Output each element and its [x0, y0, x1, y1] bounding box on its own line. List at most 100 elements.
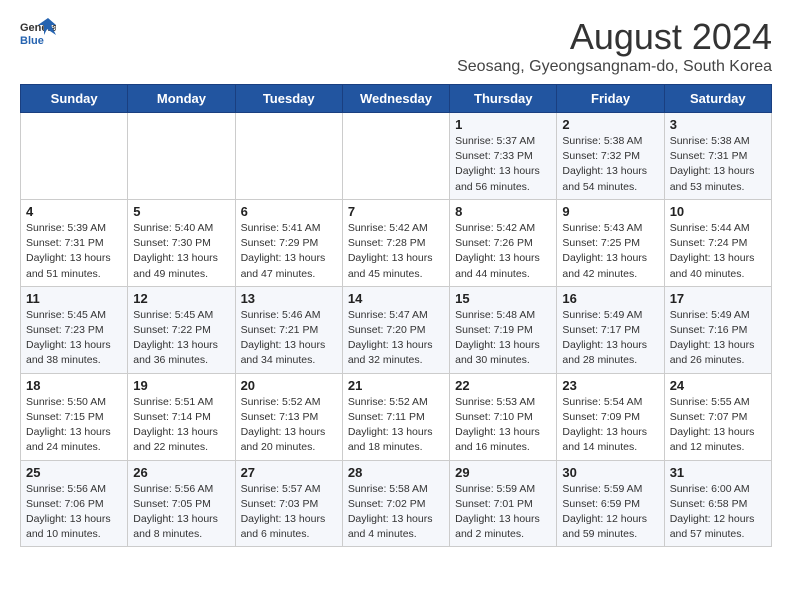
- day-number: 13: [241, 291, 337, 306]
- calendar-week-3: 11 Sunrise: 5:45 AM Sunset: 7:23 PM Dayli…: [21, 286, 772, 373]
- day-info: Sunrise: 6:00 AM Sunset: 6:58 PM Dayligh…: [670, 482, 766, 543]
- day-info: Sunrise: 5:48 AM Sunset: 7:19 PM Dayligh…: [455, 308, 551, 369]
- day-info: Sunrise: 5:38 AM Sunset: 7:31 PM Dayligh…: [670, 134, 766, 195]
- calendar-cell: 15 Sunrise: 5:48 AM Sunset: 7:19 PM Dayli…: [450, 286, 557, 373]
- calendar-week-2: 4 Sunrise: 5:39 AM Sunset: 7:31 PM Daylig…: [21, 199, 772, 286]
- day-info: Sunrise: 5:42 AM Sunset: 7:26 PM Dayligh…: [455, 221, 551, 282]
- calendar-cell: 22 Sunrise: 5:53 AM Sunset: 7:10 PM Dayli…: [450, 373, 557, 460]
- day-number: 7: [348, 204, 444, 219]
- calendar-cell: 30 Sunrise: 5:59 AM Sunset: 6:59 PM Dayli…: [557, 460, 664, 547]
- day-info: Sunrise: 5:41 AM Sunset: 7:29 PM Dayligh…: [241, 221, 337, 282]
- calendar-week-4: 18 Sunrise: 5:50 AM Sunset: 7:15 PM Dayli…: [21, 373, 772, 460]
- calendar-cell: 27 Sunrise: 5:57 AM Sunset: 7:03 PM Dayli…: [235, 460, 342, 547]
- calendar-cell: 24 Sunrise: 5:55 AM Sunset: 7:07 PM Dayli…: [664, 373, 771, 460]
- day-number: 11: [26, 291, 122, 306]
- day-number: 20: [241, 378, 337, 393]
- title-area: August 2024 Seosang, Gyeongsangnam-do, S…: [457, 16, 772, 76]
- day-number: 19: [133, 378, 229, 393]
- day-info: Sunrise: 5:53 AM Sunset: 7:10 PM Dayligh…: [455, 395, 551, 456]
- day-info: Sunrise: 5:37 AM Sunset: 7:33 PM Dayligh…: [455, 134, 551, 195]
- calendar-cell: 5 Sunrise: 5:40 AM Sunset: 7:30 PM Daylig…: [128, 199, 235, 286]
- calendar-cell: 9Sunrise: 5:43 AM Sunset: 7:25 PM Daylig…: [557, 199, 664, 286]
- calendar-cell: 6 Sunrise: 5:41 AM Sunset: 7:29 PM Daylig…: [235, 199, 342, 286]
- day-info: Sunrise: 5:57 AM Sunset: 7:03 PM Dayligh…: [241, 482, 337, 543]
- day-number: 6: [241, 204, 337, 219]
- calendar-cell: 13 Sunrise: 5:46 AM Sunset: 7:21 PM Dayli…: [235, 286, 342, 373]
- header: General Blue August 2024 Seosang, Gyeong…: [20, 16, 772, 76]
- day-info: Sunrise: 5:49 AM Sunset: 7:16 PM Dayligh…: [670, 308, 766, 369]
- calendar-cell: 2 Sunrise: 5:38 AM Sunset: 7:32 PM Daylig…: [557, 113, 664, 200]
- day-info: Sunrise: 5:43 AM Sunset: 7:25 PM Dayligh…: [562, 221, 658, 282]
- day-number: 21: [348, 378, 444, 393]
- calendar-cell: 17 Sunrise: 5:49 AM Sunset: 7:16 PM Dayli…: [664, 286, 771, 373]
- calendar-cell: [342, 113, 449, 200]
- day-info: Sunrise: 5:52 AM Sunset: 7:11 PM Dayligh…: [348, 395, 444, 456]
- calendar-cell: 31 Sunrise: 6:00 AM Sunset: 6:58 PM Dayli…: [664, 460, 771, 547]
- calendar-cell: [128, 113, 235, 200]
- calendar-cell: 16 Sunrise: 5:49 AM Sunset: 7:17 PM Dayli…: [557, 286, 664, 373]
- day-number: 29: [455, 465, 551, 480]
- calendar-cell: 23Sunrise: 5:54 AM Sunset: 7:09 PM Dayli…: [557, 373, 664, 460]
- calendar-cell: 1 Sunrise: 5:37 AM Sunset: 7:33 PM Daylig…: [450, 113, 557, 200]
- day-number: 15: [455, 291, 551, 306]
- day-info: Sunrise: 5:56 AM Sunset: 7:06 PM Dayligh…: [26, 482, 122, 543]
- day-number: 22: [455, 378, 551, 393]
- day-number: 27: [241, 465, 337, 480]
- day-number: 31: [670, 465, 766, 480]
- day-number: 3: [670, 117, 766, 132]
- day-number: 26: [133, 465, 229, 480]
- calendar-cell: 21 Sunrise: 5:52 AM Sunset: 7:11 PM Dayli…: [342, 373, 449, 460]
- weekday-header-thursday: Thursday: [450, 85, 557, 113]
- calendar-cell: 29Sunrise: 5:59 AM Sunset: 7:01 PM Dayli…: [450, 460, 557, 547]
- day-number: 16: [562, 291, 658, 306]
- day-number: 30: [562, 465, 658, 480]
- day-number: 4: [26, 204, 122, 219]
- calendar-cell: 26 Sunrise: 5:56 AM Sunset: 7:05 PM Dayli…: [128, 460, 235, 547]
- day-info: Sunrise: 5:42 AM Sunset: 7:28 PM Dayligh…: [348, 221, 444, 282]
- day-info: Sunrise: 5:49 AM Sunset: 7:17 PM Dayligh…: [562, 308, 658, 369]
- day-info: Sunrise: 5:50 AM Sunset: 7:15 PM Dayligh…: [26, 395, 122, 456]
- weekday-header-friday: Friday: [557, 85, 664, 113]
- day-number: 24: [670, 378, 766, 393]
- day-number: 28: [348, 465, 444, 480]
- calendar-week-5: 25 Sunrise: 5:56 AM Sunset: 7:06 PM Dayli…: [21, 460, 772, 547]
- calendar-cell: 28 Sunrise: 5:58 AM Sunset: 7:02 PM Dayli…: [342, 460, 449, 547]
- calendar-cell: 11 Sunrise: 5:45 AM Sunset: 7:23 PM Dayli…: [21, 286, 128, 373]
- day-info: Sunrise: 5:45 AM Sunset: 7:22 PM Dayligh…: [133, 308, 229, 369]
- day-number: 8: [455, 204, 551, 219]
- calendar-week-1: 1 Sunrise: 5:37 AM Sunset: 7:33 PM Daylig…: [21, 113, 772, 200]
- day-info: Sunrise: 5:38 AM Sunset: 7:32 PM Dayligh…: [562, 134, 658, 195]
- calendar-cell: 3 Sunrise: 5:38 AM Sunset: 7:31 PM Daylig…: [664, 113, 771, 200]
- calendar-cell: 10Sunrise: 5:44 AM Sunset: 7:24 PM Dayli…: [664, 199, 771, 286]
- day-number: 5: [133, 204, 229, 219]
- day-number: 23: [562, 378, 658, 393]
- day-info: Sunrise: 5:59 AM Sunset: 6:59 PM Dayligh…: [562, 482, 658, 543]
- day-info: Sunrise: 5:55 AM Sunset: 7:07 PM Dayligh…: [670, 395, 766, 456]
- location-title: Seosang, Gyeongsangnam-do, South Korea: [457, 58, 772, 76]
- calendar-body: 1 Sunrise: 5:37 AM Sunset: 7:33 PM Daylig…: [21, 113, 772, 547]
- day-info: Sunrise: 5:56 AM Sunset: 7:05 PM Dayligh…: [133, 482, 229, 543]
- day-info: Sunrise: 5:58 AM Sunset: 7:02 PM Dayligh…: [348, 482, 444, 543]
- calendar-cell: 7 Sunrise: 5:42 AM Sunset: 7:28 PM Daylig…: [342, 199, 449, 286]
- calendar-cell: 19Sunrise: 5:51 AM Sunset: 7:14 PM Dayli…: [128, 373, 235, 460]
- logo: General Blue: [20, 16, 56, 52]
- day-info: Sunrise: 5:46 AM Sunset: 7:21 PM Dayligh…: [241, 308, 337, 369]
- calendar-cell: 20Sunrise: 5:52 AM Sunset: 7:13 PM Dayli…: [235, 373, 342, 460]
- day-number: 25: [26, 465, 122, 480]
- calendar-cell: [235, 113, 342, 200]
- weekday-header-sunday: Sunday: [21, 85, 128, 113]
- calendar-cell: 4 Sunrise: 5:39 AM Sunset: 7:31 PM Daylig…: [21, 199, 128, 286]
- calendar-header: SundayMondayTuesdayWednesdayThursdayFrid…: [21, 85, 772, 113]
- calendar-cell: [21, 113, 128, 200]
- calendar-cell: 8 Sunrise: 5:42 AM Sunset: 7:26 PM Daylig…: [450, 199, 557, 286]
- day-info: Sunrise: 5:39 AM Sunset: 7:31 PM Dayligh…: [26, 221, 122, 282]
- day-info: Sunrise: 5:47 AM Sunset: 7:20 PM Dayligh…: [348, 308, 444, 369]
- day-number: 10: [670, 204, 766, 219]
- day-number: 1: [455, 117, 551, 132]
- day-info: Sunrise: 5:40 AM Sunset: 7:30 PM Dayligh…: [133, 221, 229, 282]
- day-number: 18: [26, 378, 122, 393]
- day-info: Sunrise: 5:45 AM Sunset: 7:23 PM Dayligh…: [26, 308, 122, 369]
- day-number: 2: [562, 117, 658, 132]
- weekday-header-saturday: Saturday: [664, 85, 771, 113]
- day-number: 17: [670, 291, 766, 306]
